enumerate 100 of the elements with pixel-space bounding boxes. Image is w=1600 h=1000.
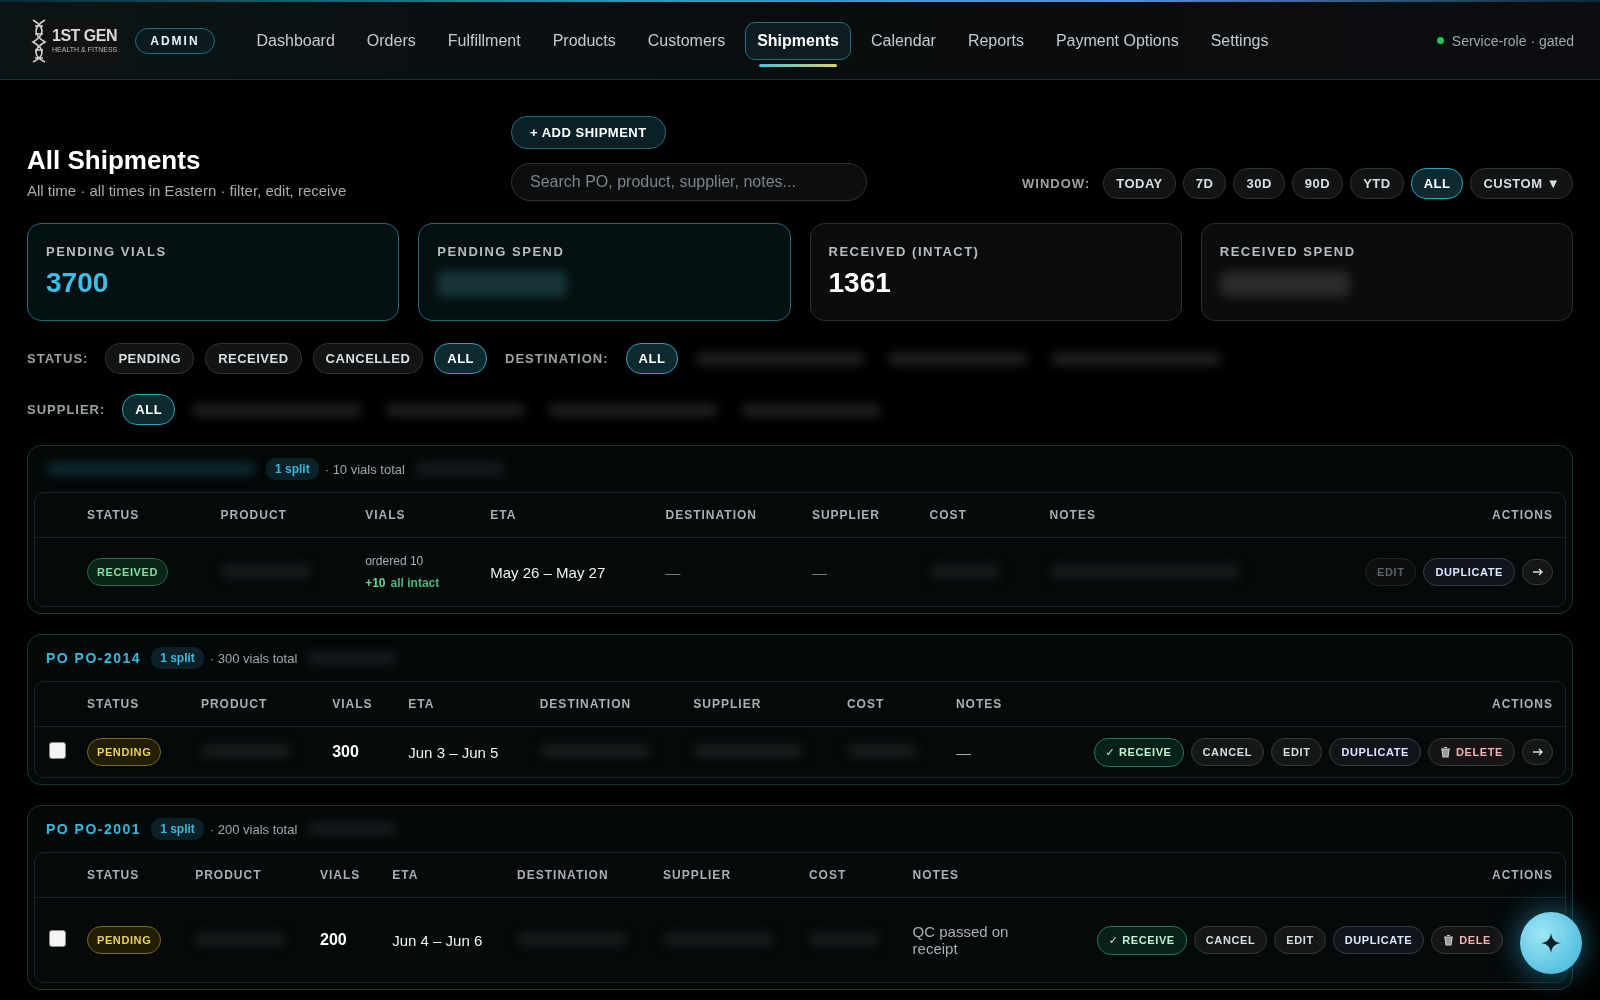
arrow-right-icon: [1532, 747, 1543, 757]
dna-icon: [30, 17, 48, 64]
window-chip[interactable]: ALL: [1410, 168, 1464, 199]
trash-icon: [1443, 934, 1455, 946]
nav-tab[interactable]: Products: [540, 21, 628, 60]
filter-chip[interactable]: PENDING: [105, 343, 195, 374]
receive-button[interactable]: ✓ RECEIVE: [1093, 737, 1184, 767]
duplicate-button[interactable]: DUPLICATE: [1423, 558, 1515, 586]
column-header: COST: [794, 853, 899, 898]
column-header: PRODUCT: [206, 493, 352, 538]
trash-icon: [1440, 746, 1451, 758]
status-badge: RECEIVED: [87, 558, 169, 586]
column-header: COST: [915, 493, 1036, 538]
filter-chip[interactable]: ALL: [434, 343, 488, 374]
nav-tab[interactable]: Payment Options: [1043, 21, 1191, 60]
notes-text: QC passed on receipt: [912, 923, 1010, 957]
receive-button[interactable]: ✓ RECEIVE: [1096, 925, 1187, 955]
status-badge: PENDING: [87, 738, 162, 766]
column-header: NOTES: [941, 682, 1025, 727]
filter-chip[interactable]: RECEIVED: [205, 343, 302, 374]
stat-label: PENDING SPEND: [437, 244, 566, 259]
window-chip[interactable]: 30D: [1233, 168, 1285, 199]
edit-button[interactable]: EDIT: [1274, 926, 1326, 954]
logo-title: 1ST GEN: [52, 28, 118, 44]
ordered-count: ordered 10: [365, 554, 425, 568]
column-header: VIALS: [318, 682, 395, 727]
open-button[interactable]: [1522, 739, 1553, 765]
filter-label: DESTINATION:: [505, 351, 609, 366]
stat-value: 3700: [46, 267, 110, 299]
vials-total: · 10 vials total: [324, 461, 405, 477]
received-count: +10: [365, 576, 386, 590]
row-checkbox[interactable]: [49, 742, 66, 759]
column-header: ETA: [378, 853, 504, 898]
column-header: ETA: [476, 493, 652, 538]
page-subtitle: All time · all times in Eastern · filter, edit, receive: [27, 182, 348, 199]
column-header: ACTIONS: [1055, 853, 1565, 898]
stat-label: PENDING VIALS: [46, 244, 168, 259]
edit-button[interactable]: EDIT: [1271, 738, 1323, 766]
window-label: WINDOW:: [1022, 176, 1091, 191]
column-header: DESTINATION: [651, 493, 798, 538]
window-chip[interactable]: 90D: [1291, 168, 1344, 199]
delete-button[interactable]: DELETE: [1428, 738, 1515, 766]
search-field[interactable]: Search PO, product, supplier, notes...: [511, 163, 867, 201]
column-header: PRODUCT: [181, 853, 306, 898]
cancel-button[interactable]: CANCEL: [1193, 926, 1268, 954]
cancel-button[interactable]: CANCEL: [1190, 738, 1264, 766]
status-text: Service-role · gated: [1451, 32, 1574, 49]
row-checkbox[interactable]: [49, 930, 66, 947]
split-badge: 1 split: [151, 818, 204, 840]
notes-text: —: [955, 743, 971, 761]
column-header: ACTIONS: [1302, 493, 1565, 538]
column-header: DESTINATION: [525, 682, 680, 727]
column-header: SUPPLIER: [679, 682, 833, 727]
column-header: STATUS: [73, 853, 182, 898]
filter-chip[interactable]: CANCELLED: [312, 343, 424, 374]
column-header: STATUS: [73, 682, 187, 727]
vials-count: 200: [320, 931, 347, 948]
window-chip[interactable]: CUSTOM ▼: [1470, 168, 1573, 199]
eta-text: Jun 3 – Jun 5: [408, 743, 499, 761]
open-button[interactable]: [1522, 559, 1553, 585]
vials-count: 300: [332, 743, 359, 760]
split-badge: 1 split: [266, 458, 319, 480]
window-chip[interactable]: 7D: [1182, 168, 1227, 199]
vials-total: · 200 vials total: [209, 821, 298, 837]
nav-tab[interactable]: Reports: [955, 21, 1036, 60]
po-number: PO PO-2014: [46, 650, 142, 666]
filter-chip[interactable]: ALL: [625, 343, 679, 374]
filter-chip[interactable]: ALL: [122, 394, 176, 425]
condition-text: all intact: [390, 576, 440, 590]
nav-tab[interactable]: Dashboard: [244, 21, 347, 60]
duplicate-button[interactable]: DUPLICATE: [1332, 926, 1425, 954]
destination-text: —: [665, 563, 681, 581]
column-header: NOTES: [898, 853, 1056, 898]
nav-tab[interactable]: Settings: [1198, 21, 1281, 60]
column-header: ETA: [394, 682, 526, 727]
nav-tab[interactable]: Orders: [354, 21, 428, 60]
vials-total: · 300 vials total: [209, 650, 298, 666]
nav-tab[interactable]: Shipments: [745, 21, 851, 60]
add-shipment-button[interactable]: + ADD SHIPMENT: [511, 116, 666, 149]
arrow-right-icon: [1532, 567, 1543, 577]
column-header: ACTIONS: [1024, 682, 1565, 727]
delete-button[interactable]: DELE: [1431, 926, 1503, 954]
sparkle-icon: [1540, 932, 1562, 954]
column-header: STATUS: [73, 493, 207, 538]
status-badge: PENDING: [87, 926, 162, 954]
nav-tab[interactable]: Fulfillment: [435, 21, 533, 60]
filter-label: STATUS:: [27, 351, 89, 366]
stat-value: 1361: [828, 267, 892, 299]
nav-tab[interactable]: Customers: [635, 21, 738, 60]
column-header: NOTES: [1035, 493, 1303, 538]
window-chip[interactable]: YTD: [1350, 168, 1404, 199]
column-header: VIALS: [351, 493, 477, 538]
role-badge: ADMIN: [135, 27, 215, 54]
eta-text: Jun 4 – Jun 6: [392, 931, 483, 949]
nav-tab[interactable]: Calendar: [858, 21, 948, 60]
page-title: All Shipments: [27, 145, 202, 176]
duplicate-button[interactable]: DUPLICATE: [1329, 738, 1421, 766]
column-header: DESTINATION: [503, 853, 650, 898]
eta-text: May 26 – May 27: [490, 563, 606, 581]
window-chip[interactable]: TODAY: [1103, 168, 1176, 199]
